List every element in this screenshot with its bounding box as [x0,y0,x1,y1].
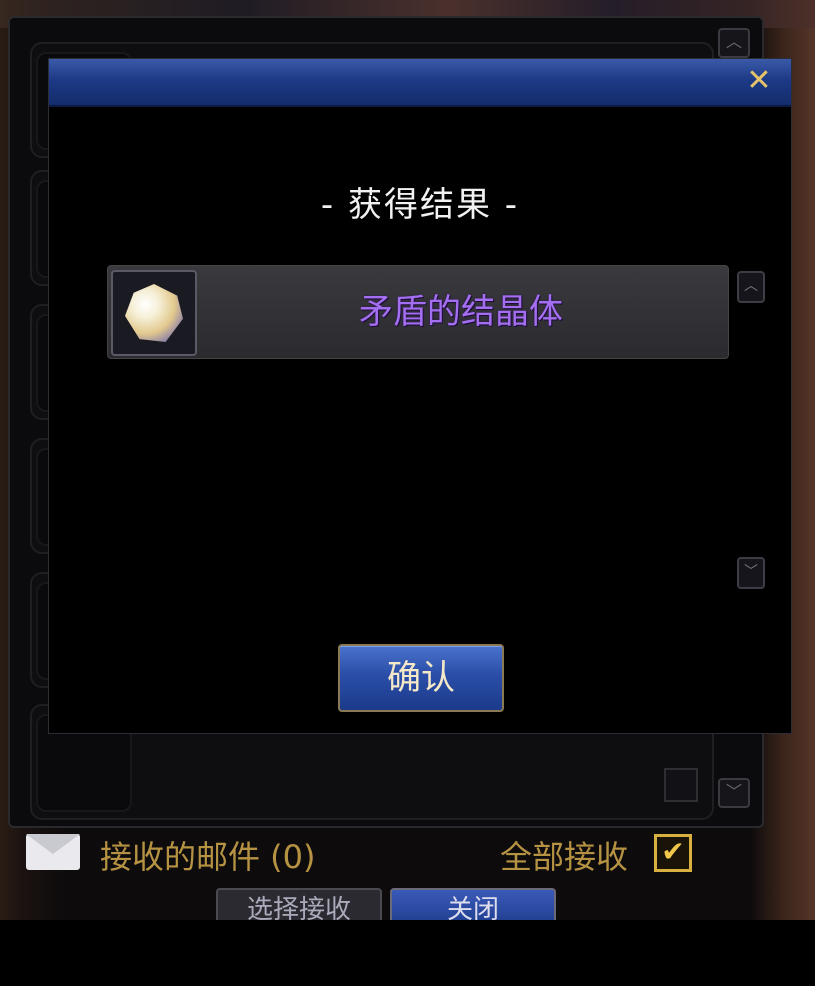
result-title: - 获得结果 - [320,185,520,225]
crystal-icon [125,284,183,342]
select-receive-button[interactable]: 选择接收 [216,888,382,920]
result-dialog: ✕ - 获得结果 - 矛盾的结晶体 ︿ ﹀ 确认 [48,58,792,734]
result-scroll-up-icon[interactable]: ︿ [737,271,765,303]
mail-footer: 接收的邮件 (0) 全部接收 ✔ [26,828,706,878]
envelope-icon [26,834,80,870]
mail-scroll-down-icon[interactable]: ﹀ [718,778,750,808]
result-scroll-down-icon[interactable]: ﹀ [737,557,765,589]
accept-all-label: 全部接收 [500,838,629,876]
mail-scroll-up-icon[interactable]: ︿ [718,28,750,58]
confirm-button[interactable]: 确认 [338,644,504,712]
received-mail-label: 接收的邮件 (0) [100,838,316,876]
item-slot[interactable] [111,270,197,356]
close-icon[interactable]: ✕ [743,65,775,97]
result-item-row: 矛盾的结晶体 [107,265,729,359]
mail-row-checkbox[interactable] [664,768,698,802]
item-name: 矛盾的结晶体 [359,292,563,332]
dialog-titlebar: ✕ [49,59,791,107]
close-mail-button[interactable]: 关闭 [390,888,556,920]
accept-all-checkbox[interactable]: ✔ [654,834,692,872]
